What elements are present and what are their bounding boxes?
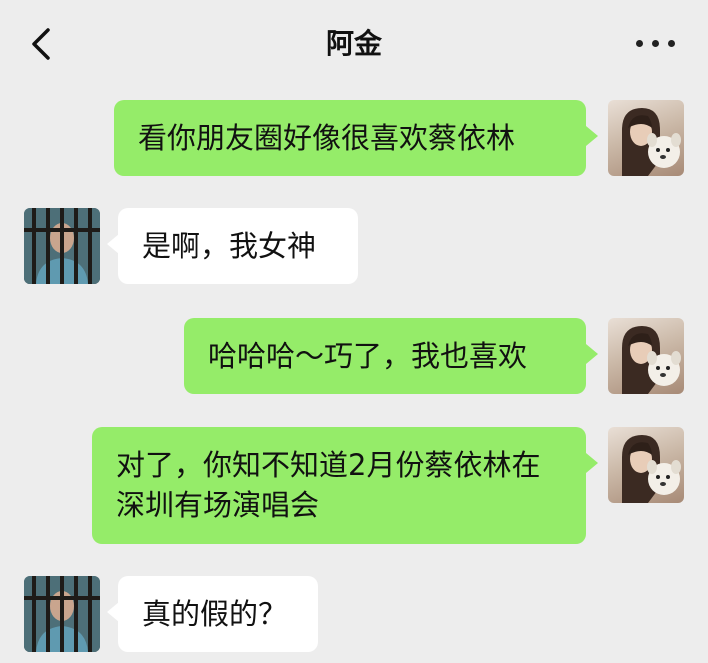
friend-avatar[interactable] [24, 208, 100, 284]
chat-title: 阿金 [325, 27, 382, 60]
chat-header: 阿金 [0, 0, 708, 88]
message-text: 真的假的？ [142, 597, 288, 631]
avatar-man-behind-bars-icon [24, 208, 100, 284]
message-text: 是啊，我女神 [142, 229, 317, 263]
message-bubble-sent[interactable]: 哈哈哈～巧了，我也喜欢 [184, 318, 586, 394]
avatar-girl-with-dog-icon [622, 108, 681, 176]
friend-avatar[interactable] [24, 576, 100, 652]
more-options-button[interactable] [632, 28, 680, 58]
message-text: 哈哈哈～巧了，我也喜欢 [208, 339, 528, 373]
message-text: 看你朋友圈好像很喜欢蔡依林 [138, 121, 516, 155]
message-text: 对了，你知不知道2月份蔡依林在深圳有场演唱会 [116, 448, 541, 522]
my-avatar[interactable] [608, 318, 684, 394]
bubble-tail [586, 453, 598, 473]
message-bubble-sent[interactable]: 对了，你知不知道2月份蔡依林在深圳有场演唱会 [92, 427, 586, 544]
message-bubble-sent[interactable]: 看你朋友圈好像很喜欢蔡依林 [114, 100, 586, 176]
my-avatar[interactable] [608, 427, 684, 503]
more-dot-icon [668, 40, 675, 47]
my-avatar[interactable] [608, 100, 684, 176]
avatar-girl-with-dog-icon [622, 435, 681, 503]
message-bubble-received[interactable]: 真的假的？ [118, 576, 318, 652]
avatar-girl-with-dog-icon [622, 326, 681, 394]
bubble-tail [586, 126, 598, 146]
bubble-tail [586, 344, 598, 364]
message-bubble-received[interactable]: 是啊，我女神 [118, 208, 358, 284]
more-dot-icon [636, 40, 643, 47]
avatar-man-behind-bars-icon [24, 576, 100, 652]
more-dot-icon [652, 40, 659, 47]
